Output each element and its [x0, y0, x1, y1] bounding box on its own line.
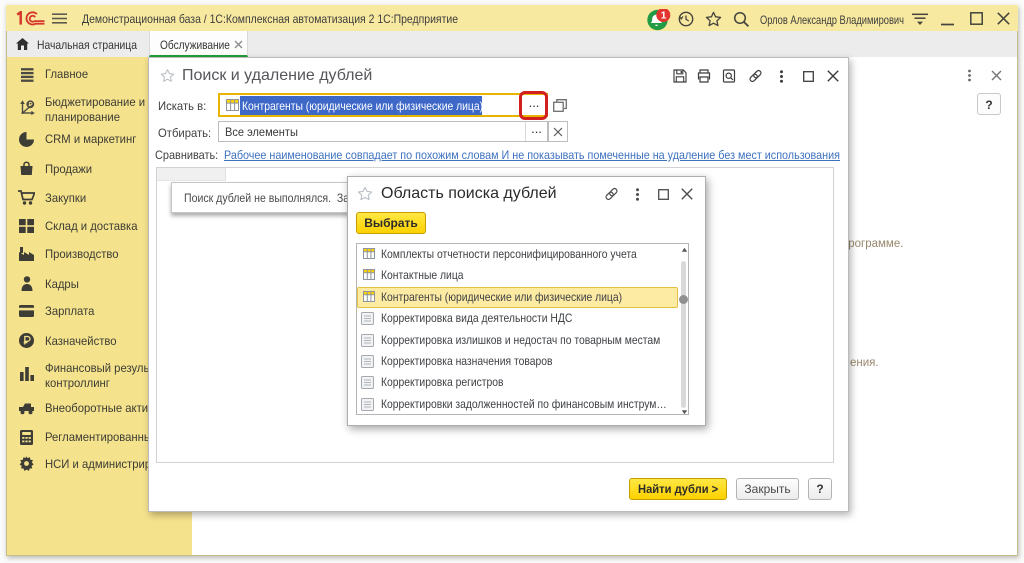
- svg-text:1: 1: [661, 10, 667, 22]
